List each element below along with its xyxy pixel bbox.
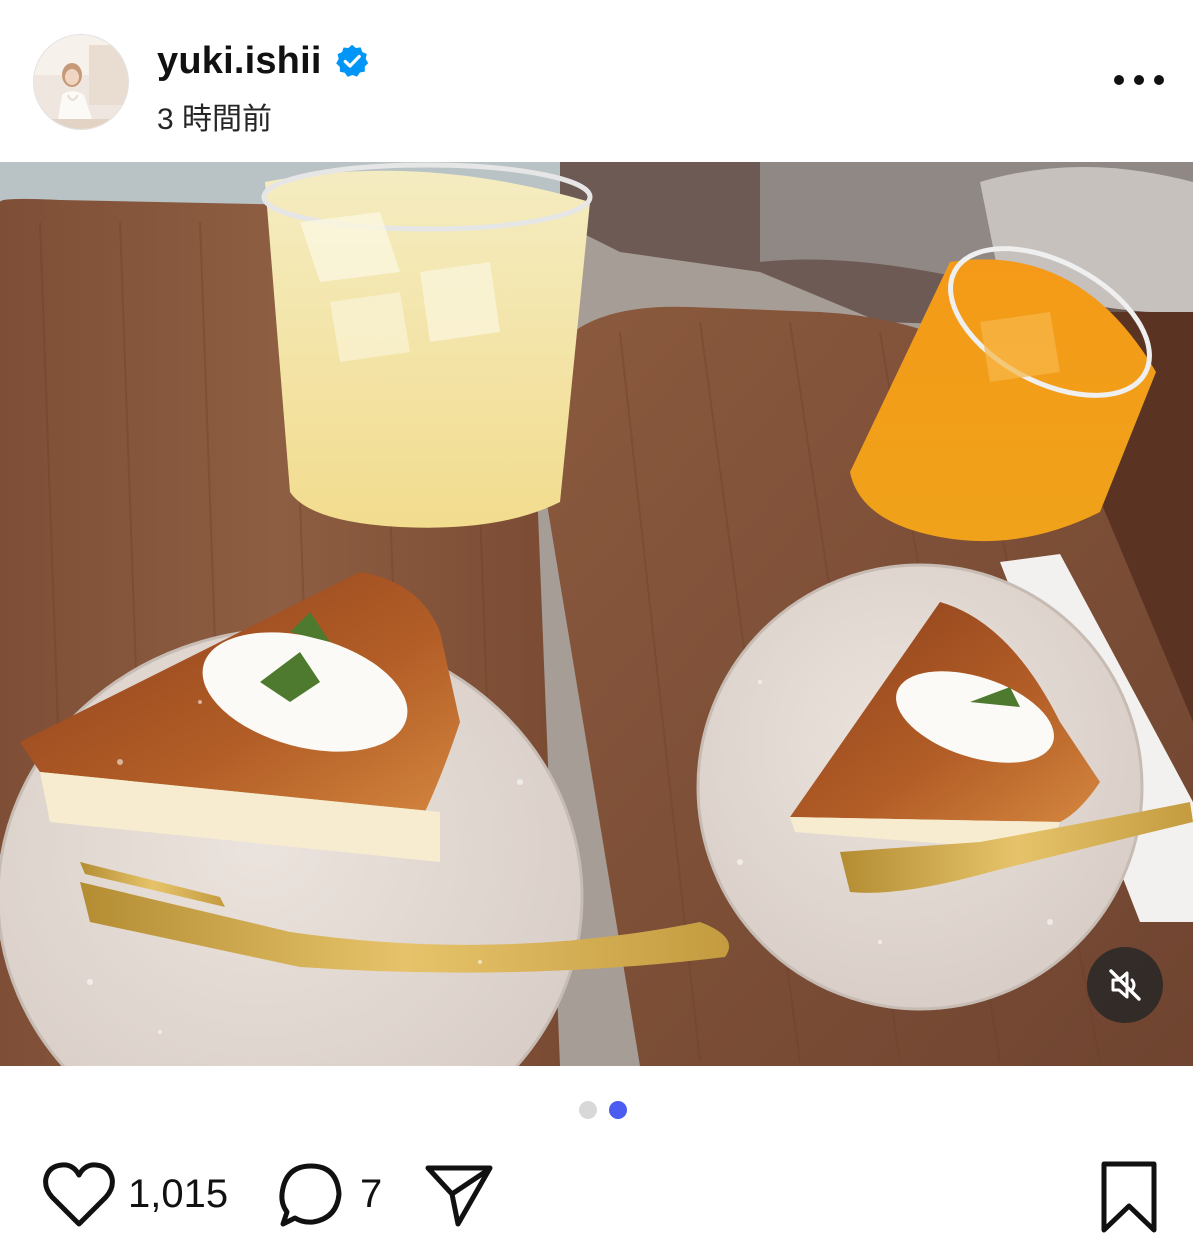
post-action-bar: 1,015 7 (0, 1150, 1193, 1240)
verified-badge-icon (335, 44, 368, 77)
carousel-indicator (579, 1101, 627, 1119)
speaker-muted-icon (1109, 969, 1141, 1001)
comment-bubble-icon (279, 1163, 342, 1227)
heart-icon (43, 1162, 115, 1227)
share-button[interactable] (424, 1158, 496, 1230)
paper-plane-icon (425, 1165, 493, 1227)
username[interactable]: yuki.ishii (157, 40, 322, 83)
post-header: yuki.ishii 3 時間前 (0, 0, 1193, 162)
avatar[interactable] (33, 34, 129, 130)
bookmark-icon (1101, 1161, 1157, 1233)
username-row: yuki.ishii (157, 38, 370, 84)
like-count[interactable]: 1,015 (128, 1172, 228, 1217)
more-horizontal-icon (1114, 75, 1164, 85)
avatar-image (34, 35, 128, 129)
comment-count[interactable]: 7 (360, 1172, 382, 1217)
mute-toggle-button[interactable] (1087, 947, 1163, 1023)
like-button[interactable] (42, 1160, 116, 1230)
post-timestamp: 3 時間前 (157, 103, 273, 136)
post-media[interactable] (0, 162, 1193, 1066)
carousel-dot-2-active (609, 1101, 627, 1119)
more-options-button[interactable] (1106, 62, 1172, 98)
comment-button[interactable] (275, 1160, 347, 1232)
carousel-dot-1 (579, 1101, 597, 1119)
post-photo (0, 162, 1193, 1066)
save-button[interactable] (1096, 1158, 1162, 1236)
